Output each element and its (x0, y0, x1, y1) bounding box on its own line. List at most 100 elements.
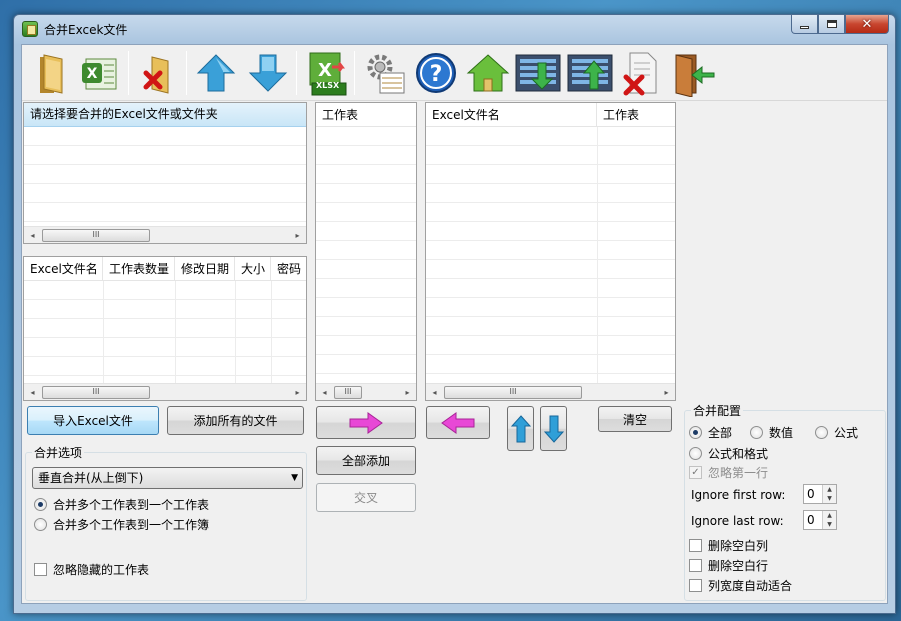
merge-list[interactable]: Excel文件名 工作表 ◂ III ▸ (425, 102, 676, 401)
list-item (316, 298, 416, 317)
radio-all[interactable]: 全部 (689, 424, 732, 441)
open-folder-icon[interactable] (30, 49, 78, 97)
ignore-first-row-checkbox[interactable]: ✓ 忽略第一行 (689, 464, 768, 481)
delete-empty-cols-checkbox[interactable]: 删除空白列 (689, 537, 768, 554)
sheet-list[interactable]: 工作表 ◂ III ▸ (315, 102, 417, 401)
column-header[interactable]: 工作表数量 (103, 257, 175, 281)
radio-button[interactable] (750, 426, 763, 439)
add-all-button[interactable]: 全部添加 (316, 446, 416, 475)
list-item (24, 203, 306, 222)
horizontal-scrollbar[interactable]: ◂ III ▸ (316, 383, 416, 400)
list-item (316, 127, 416, 146)
exit-icon[interactable] (670, 49, 718, 98)
checkbox[interactable] (34, 563, 47, 576)
close-button[interactable]: ✕ (845, 15, 889, 34)
spinner-arrows-icon[interactable]: ▲ ▼ (822, 485, 836, 503)
table-row (426, 279, 675, 298)
checkbox[interactable]: ✓ (689, 466, 702, 479)
delete-file-icon[interactable] (618, 49, 666, 97)
scroll-left-icon[interactable]: ◂ (24, 227, 41, 243)
excel-icon[interactable]: X (76, 49, 124, 97)
scroll-thumb[interactable]: III (42, 229, 150, 242)
scroll-right-icon[interactable]: ▸ (399, 384, 416, 400)
table-row (426, 260, 675, 279)
move-item-down-button[interactable] (540, 406, 567, 451)
column-header[interactable]: Excel文件名 (426, 103, 597, 127)
list-item (316, 260, 416, 279)
radio-button[interactable] (34, 518, 47, 531)
ignore-hidden-checkbox[interactable]: 忽略隐藏的工作表 (34, 561, 149, 578)
scroll-thumb[interactable]: III (334, 386, 362, 399)
scroll-thumb[interactable]: III (444, 386, 582, 399)
clear-button[interactable]: 清空 (598, 406, 672, 432)
horizontal-scrollbar[interactable]: ◂ III ▸ (426, 383, 675, 400)
ignore-first-label: Ignore first row: (691, 488, 786, 502)
xlsx-icon[interactable]: X XLSX (302, 49, 350, 97)
scroll-right-icon[interactable]: ▸ (658, 384, 675, 400)
radio-label: 公式和格式 (708, 447, 769, 461)
delete-empty-rows-checkbox[interactable]: 删除空白行 (689, 557, 768, 574)
settings-icon[interactable] (360, 49, 408, 97)
move-down-icon[interactable] (244, 49, 292, 97)
move-up-icon[interactable] (192, 49, 240, 97)
home-icon[interactable] (464, 49, 512, 97)
list-item (316, 279, 416, 298)
radio-button[interactable] (689, 447, 702, 460)
add-left-button[interactable] (426, 406, 490, 439)
radio-button[interactable] (815, 426, 828, 439)
column-header[interactable]: Excel文件名 (24, 257, 103, 281)
scroll-right-icon[interactable]: ▸ (289, 384, 306, 400)
table-row (426, 336, 675, 355)
radio-formula[interactable]: 公式 (815, 424, 858, 441)
toolbar-separator (186, 51, 187, 95)
radio-sheets-to-sheet[interactable]: 合并多个工作表到一个工作表 (34, 496, 209, 513)
checkbox[interactable] (689, 539, 702, 552)
maximize-button[interactable] (818, 15, 845, 34)
ignore-first-spinner[interactable]: 0 ▲ ▼ (803, 484, 837, 504)
ignore-last-spinner[interactable]: 0 ▲ ▼ (803, 510, 837, 530)
list-item (316, 184, 416, 203)
add-right-button[interactable] (316, 406, 416, 439)
radio-value[interactable]: 数值 (750, 424, 793, 441)
column-header[interactable]: 工作表 (597, 103, 675, 127)
radio-button[interactable] (689, 426, 702, 439)
merge-mode-select[interactable]: 垂直合并(从上倒下) ▼ (32, 467, 303, 489)
help-icon[interactable]: ? (412, 49, 460, 97)
remove-folder-icon[interactable] (134, 49, 182, 97)
scroll-thumb[interactable]: III (42, 386, 150, 399)
source-tree-panel[interactable]: 请选择要合并的Excel文件或文件夹 ◂ III ▸ (23, 102, 307, 244)
column-header[interactable]: 密码 (271, 257, 306, 281)
merge-config-group: 合并配置 全部 数值 公式 公式和格式 ✓ 忽略第一行 Ignore first (684, 402, 886, 601)
spinner-arrows-icon[interactable]: ▲ ▼ (822, 511, 836, 529)
source-tree-prompt[interactable]: 请选择要合并的Excel文件或文件夹 (24, 103, 306, 127)
horizontal-scrollbar[interactable]: ◂ III ▸ (24, 226, 306, 243)
scroll-left-icon[interactable]: ◂ (426, 384, 443, 400)
move-item-up-button[interactable] (507, 406, 534, 451)
column-header[interactable]: 修改日期 (175, 257, 235, 281)
horizontal-scrollbar[interactable]: ◂ III ▸ (24, 383, 306, 400)
import-list-icon[interactable] (514, 49, 562, 97)
list-item (316, 336, 416, 355)
column-header[interactable]: 大小 (235, 257, 271, 281)
radio-label: 数值 (769, 426, 794, 440)
intersect-button[interactable]: 交叉 (316, 483, 416, 512)
scroll-left-icon[interactable]: ◂ (24, 384, 41, 400)
list-item (316, 355, 416, 374)
checkbox[interactable] (689, 559, 702, 572)
merge-config-title: 合并配置 (691, 402, 744, 419)
table-row (426, 184, 675, 203)
scroll-left-icon[interactable]: ◂ (316, 384, 333, 400)
file-table[interactable]: Excel文件名 工作表数量 修改日期 大小 密码 ◂ III ▸ (23, 256, 307, 401)
add-all-files-button[interactable]: 添加所有的文件 (167, 406, 304, 435)
scroll-right-icon[interactable]: ▸ (289, 227, 306, 243)
radio-formula-format[interactable]: 公式和格式 (689, 445, 768, 462)
minimize-button[interactable] (791, 15, 818, 34)
autofit-width-checkbox[interactable]: 列宽度自动适合 (689, 577, 792, 594)
radio-sheets-to-book[interactable]: 合并多个工作表到一个工作簿 (34, 516, 209, 533)
radio-button[interactable] (34, 498, 47, 511)
export-list-icon[interactable] (566, 49, 614, 97)
column-header[interactable]: 工作表 (316, 103, 416, 127)
import-excel-button[interactable]: 导入Excel文件 (27, 406, 159, 435)
checkbox[interactable] (689, 579, 702, 592)
title-bar[interactable]: 合并Excek文件 ✕ (14, 15, 895, 43)
